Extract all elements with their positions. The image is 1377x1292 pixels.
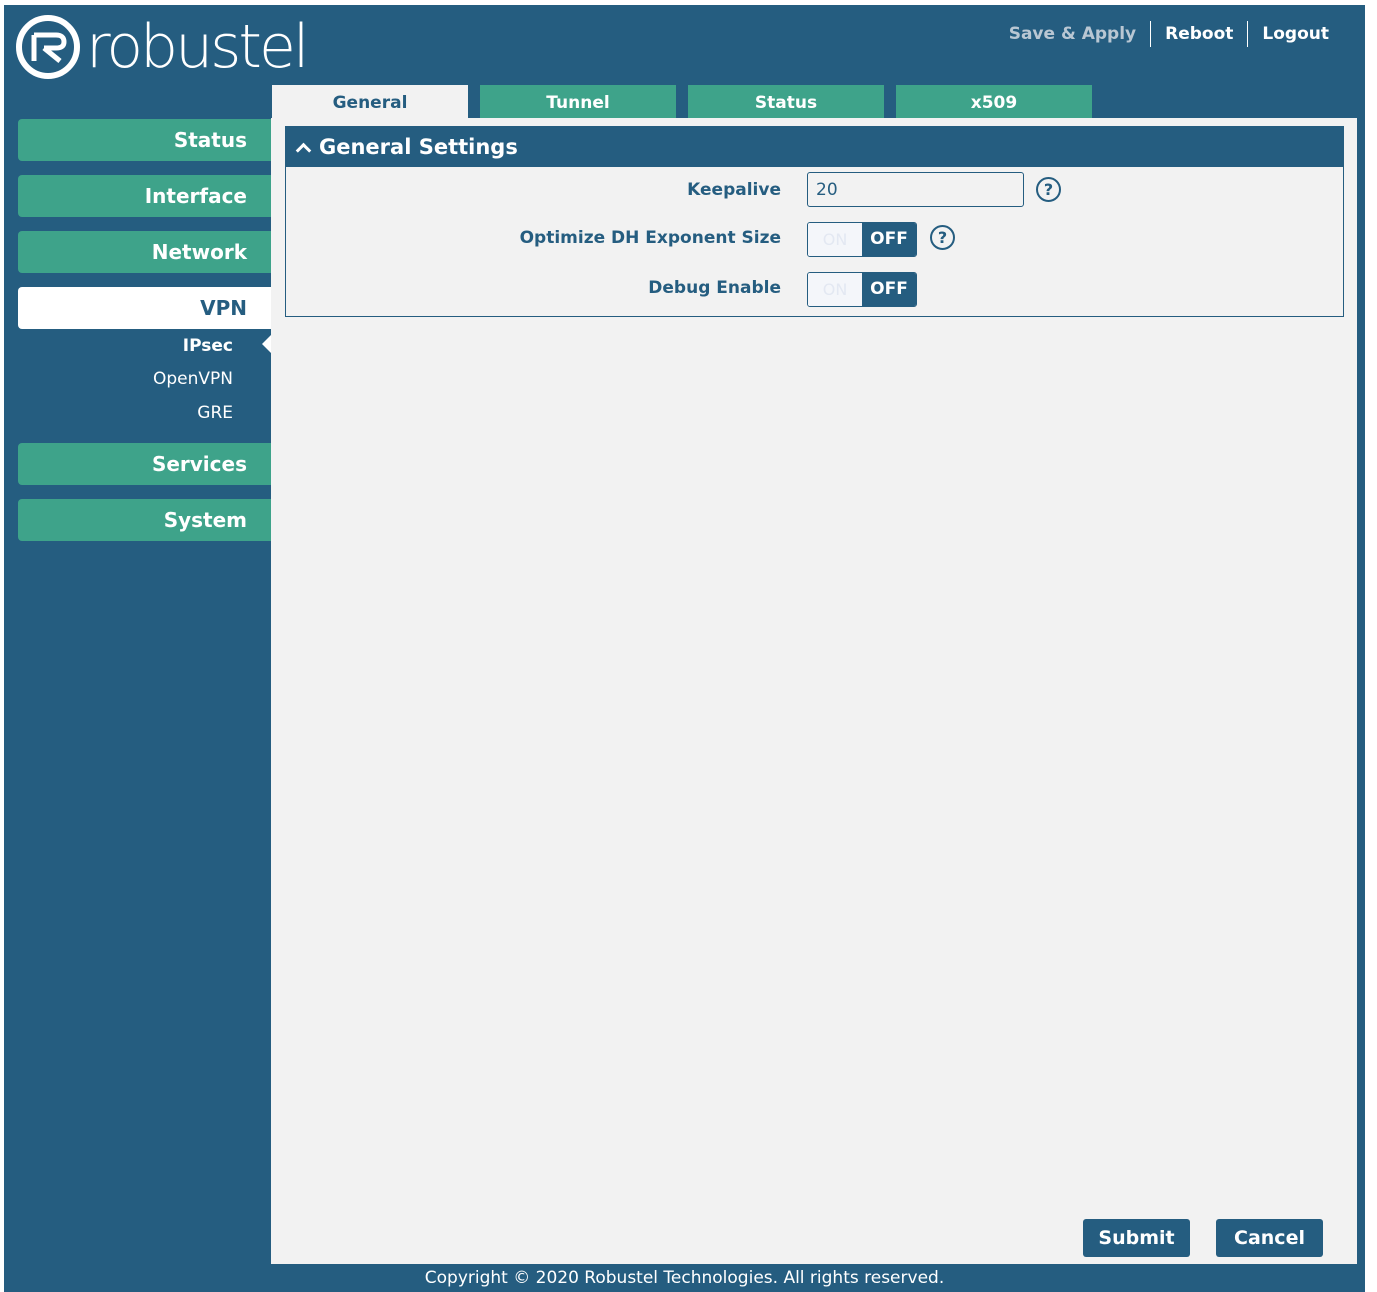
toggle-on-label: ON	[808, 223, 862, 256]
toggle-off-label: OFF	[862, 223, 916, 256]
toggle-on-label: ON	[808, 273, 862, 306]
sidebar-subitem-ipsec[interactable]: IPsec	[18, 334, 233, 358]
logout-link[interactable]: Logout	[1248, 21, 1343, 47]
top-links: Save & Apply Reboot Logout	[995, 21, 1343, 47]
content-area: General Settings Keepalive ? Optimize DH…	[271, 118, 1357, 1264]
tab-status[interactable]: Status	[688, 85, 884, 119]
brand-name: robustel	[86, 12, 310, 82]
sidebar-item-services[interactable]: Services	[18, 443, 271, 485]
cancel-button[interactable]: Cancel	[1216, 1219, 1323, 1257]
robustel-logo-icon	[16, 15, 80, 79]
tab-tunnel[interactable]: Tunnel	[480, 85, 676, 119]
general-settings-panel: General Settings Keepalive ? Optimize DH…	[285, 126, 1344, 317]
sidebar-subitem-openvpn[interactable]: OpenVPN	[18, 367, 233, 391]
reboot-link[interactable]: Reboot	[1151, 21, 1247, 47]
optimize-dh-label: Optimize DH Exponent Size	[519, 228, 781, 248]
debug-enable-toggle[interactable]: ON OFF	[807, 272, 917, 307]
panel-title: General Settings	[319, 135, 518, 159]
sidebar-subitem-gre[interactable]: GRE	[18, 401, 233, 425]
keepalive-input[interactable]	[807, 172, 1024, 207]
brand-logo: robustel	[16, 11, 310, 83]
panel-header[interactable]: General Settings	[286, 127, 1343, 167]
debug-enable-label: Debug Enable	[648, 278, 781, 298]
active-pointer-icon	[262, 335, 271, 353]
submit-button[interactable]: Submit	[1083, 1219, 1190, 1257]
sidebar-item-status[interactable]: Status	[18, 119, 271, 161]
sidebar-item-system[interactable]: System	[18, 499, 271, 541]
keepalive-label: Keepalive	[687, 180, 781, 200]
footer-copyright: Copyright © 2020 Robustel Technologies. …	[424, 1268, 945, 1288]
toggle-off-label: OFF	[862, 273, 916, 306]
help-icon[interactable]: ?	[930, 225, 955, 250]
sidebar-item-interface[interactable]: Interface	[18, 175, 271, 217]
chevron-up-icon	[295, 142, 312, 158]
sidebar-item-vpn[interactable]: VPN	[18, 287, 271, 329]
sidebar-item-network[interactable]: Network	[18, 231, 271, 273]
app-frame: robustel Save & Apply Reboot Logout Stat…	[4, 5, 1365, 1292]
help-icon[interactable]: ?	[1036, 177, 1061, 202]
save-apply-link[interactable]: Save & Apply	[995, 21, 1150, 47]
tab-x509[interactable]: x509	[896, 85, 1092, 119]
optimize-dh-toggle[interactable]: ON OFF	[807, 222, 917, 257]
